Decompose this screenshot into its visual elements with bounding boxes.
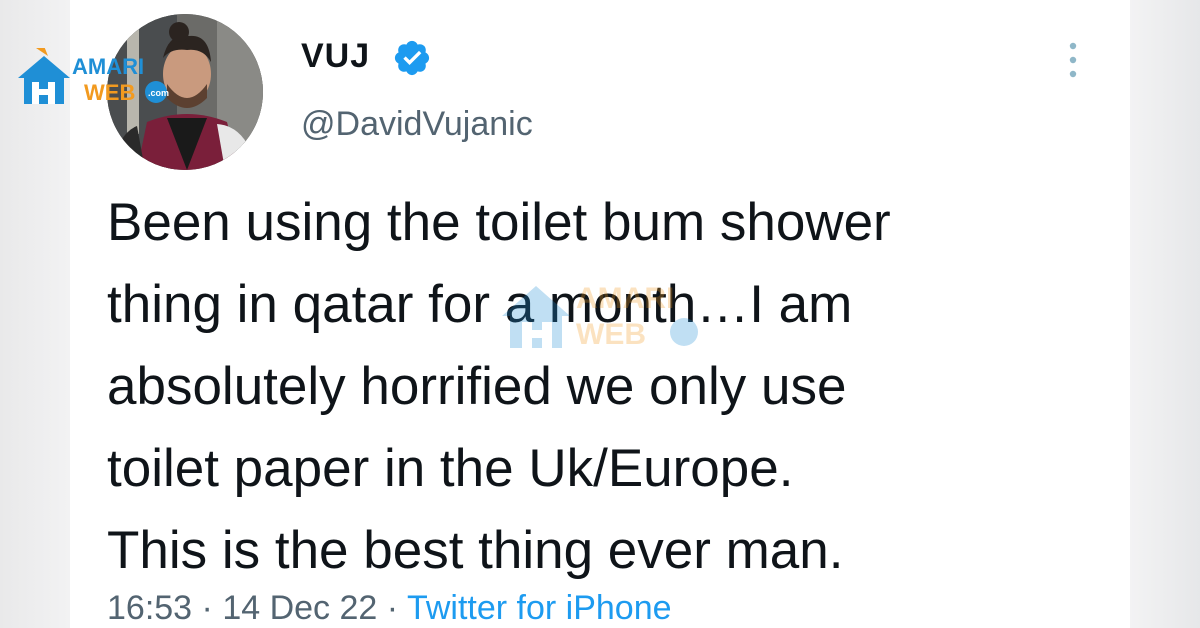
- logo-line1: AMARI: [72, 54, 144, 79]
- right-background: [1130, 0, 1200, 628]
- logo-domain: .com: [148, 88, 169, 98]
- svg-text:AMARI: AMARI: [576, 282, 674, 315]
- hamariweb-logo: AMARI WEB .com: [18, 48, 169, 105]
- user-handle[interactable]: @DavidVujanic: [301, 104, 533, 144]
- svg-text:WEB: WEB: [576, 318, 646, 351]
- tweet-date[interactable]: 14 Dec 22: [222, 589, 377, 627]
- screenshot-frame: VUJ @DavidVujanic Been using the toilet …: [0, 0, 1200, 628]
- display-name[interactable]: VUJ: [301, 36, 370, 76]
- tweet-source[interactable]: Twitter for iPhone: [407, 589, 672, 627]
- vertical-ellipsis-icon[interactable]: [1063, 40, 1083, 84]
- hamariweb-watermark: AMARI WEB: [502, 282, 698, 351]
- verified-badge-icon: [394, 40, 430, 76]
- tweet-text: Been using the toilet bum shower thing i…: [107, 193, 891, 580]
- tweet-time[interactable]: 16:53: [107, 589, 192, 627]
- tweet-meta: 16:53 · 14 Dec 22 · Twitter for iPhone: [107, 588, 672, 628]
- logo-line2: WEB: [84, 80, 135, 105]
- meta-separator: ·: [201, 589, 213, 627]
- meta-separator: ·: [386, 589, 399, 627]
